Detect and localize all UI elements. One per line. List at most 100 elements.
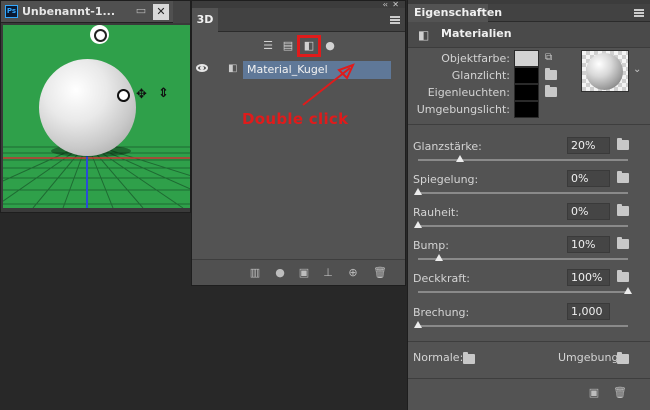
slider-glanzstaerke: Glanzstärke: (408, 137, 650, 169)
normal-label: Normale: (413, 351, 464, 364)
light-icon[interactable]: ● (272, 265, 288, 281)
folder-icon[interactable] (617, 138, 629, 150)
minimize-icon[interactable]: ▭ (134, 5, 148, 19)
material-preview-ball (586, 53, 623, 90)
folder-icon[interactable] (545, 68, 557, 80)
chevron-down-icon[interactable]: ⌄ (633, 64, 641, 75)
divider (408, 341, 650, 342)
materials-section-header: ◧ Materialien (408, 22, 650, 48)
environment-folder-icon[interactable] (617, 352, 629, 364)
double-click-annotation: Double click (242, 110, 349, 128)
reflection-input[interactable] (567, 170, 610, 187)
slider-track[interactable] (418, 159, 628, 161)
properties-bottom-bar: ▣ 🗑 (408, 378, 650, 406)
document-tab[interactable]: Ps Unbenannt-1... ▭ ✕ (1, 1, 190, 23)
slider-thumb[interactable] (414, 188, 422, 195)
slider-thumb[interactable] (624, 287, 632, 294)
photoshop-icon: Ps (5, 5, 18, 18)
3d-panel: ‹‹ ✕ 3D ☰ ▤ ◧ ● ◧ Material_Kugel ▥ ● ▣ ⊥… (191, 0, 406, 286)
panel-menu-icon[interactable] (390, 16, 400, 24)
materials-title: Materialien (441, 27, 512, 40)
move-gizmo-icon[interactable]: ✥ (136, 88, 147, 101)
scene-filter-icon[interactable]: ☰ (259, 37, 277, 55)
mesh-icon[interactable]: ▥ (247, 265, 263, 281)
tab-3d[interactable]: 3D (192, 8, 218, 32)
color-label: Eigenleuchten: (427, 86, 510, 99)
light-filter-icon[interactable]: ● (321, 37, 339, 55)
slider-thumb[interactable] (456, 155, 464, 162)
slider-brechung: Brechung: (408, 303, 650, 335)
3d-filter-toolbar: ☰ ▤ ◧ ● (192, 35, 405, 57)
slider-deckkraft: Deckkraft: (408, 269, 650, 301)
panel-topbar: ‹‹ ✕ (192, 0, 405, 9)
slider-track[interactable] (418, 225, 628, 227)
add-object-icon[interactable]: ⊕ (345, 265, 361, 281)
document-window: Ps Unbenannt-1... ▭ ✕ ✥ ⇕ (0, 0, 191, 213)
properties-menu-icon[interactable] (634, 9, 644, 17)
environment-label: Umgebung: (558, 351, 623, 364)
slider-rauheit: Rauheit: (408, 203, 650, 235)
rotate-gizmo-icon[interactable] (117, 89, 130, 102)
slider-track[interactable] (418, 325, 628, 327)
color-label: Glanzlicht: (451, 69, 510, 82)
ambient-color-swatch[interactable] (514, 101, 539, 118)
color-row-eigenleuchten: Eigenleuchten: (408, 84, 568, 101)
mesh-filter-icon[interactable]: ▤ (279, 37, 297, 55)
refraction-input[interactable] (567, 303, 610, 320)
render-icon[interactable]: ▣ (296, 265, 312, 281)
slider-thumb[interactable] (414, 221, 422, 228)
tab-eigenschaften[interactable]: Eigenschaften (408, 4, 502, 22)
properties-header: Eigenschaften (408, 4, 650, 22)
bump-input[interactable] (567, 236, 610, 253)
specular-color-swatch[interactable] (514, 67, 539, 84)
folder-icon[interactable] (617, 204, 629, 216)
color-row-objektfarbe: Objektfarbe: ⧉ (408, 50, 568, 67)
slider-track[interactable] (418, 258, 628, 260)
folder-icon[interactable] (617, 270, 629, 282)
slider-track[interactable] (418, 291, 628, 293)
slider-label: Deckkraft: (413, 272, 470, 285)
roughness-input[interactable] (567, 203, 610, 220)
object-color-swatch[interactable] (514, 50, 539, 67)
color-row-umgebungslicht: Umgebungslicht: (408, 101, 568, 118)
scrollbar[interactable] (173, 1, 190, 23)
slider-track[interactable] (418, 192, 628, 194)
close-icon[interactable]: ✕ (153, 4, 169, 20)
slider-spiegelung: Spiegelung: (408, 170, 650, 202)
ground-icon[interactable]: ⊥ (320, 265, 336, 281)
normal-folder-icon[interactable] (463, 352, 475, 364)
folder-icon[interactable] (617, 237, 629, 249)
folder-icon[interactable] (545, 85, 557, 97)
shine-input[interactable] (567, 137, 610, 154)
color-label: Umgebungslicht: (416, 103, 510, 116)
visibility-eye-icon[interactable] (196, 64, 208, 72)
slider-label: Bump: (413, 239, 449, 252)
opacity-input[interactable] (567, 269, 610, 286)
trash-icon[interactable]: 🗑 (612, 385, 628, 401)
sphere-object[interactable] (39, 59, 136, 156)
slider-bump: Bump: (408, 236, 650, 268)
trash-icon[interactable]: 🗑 (372, 265, 388, 281)
highlight-annotation-box (297, 35, 321, 57)
render-material-icon[interactable]: ▣ (586, 385, 602, 401)
light-source-icon[interactable] (90, 25, 109, 44)
slider-label: Rauheit: (413, 206, 459, 219)
3d-canvas[interactable]: ✥ ⇕ (3, 25, 190, 208)
scale-gizmo-icon[interactable]: ⇕ (158, 87, 169, 100)
slider-thumb[interactable] (435, 254, 443, 261)
slider-thumb[interactable] (414, 321, 422, 328)
texture-edit-icon[interactable]: ⧉ (545, 53, 557, 63)
material-preview[interactable] (581, 50, 629, 92)
slider-label: Glanzstärke: (413, 140, 482, 153)
folder-icon[interactable] (617, 171, 629, 183)
slider-label: Spiegelung: (413, 173, 479, 186)
color-row-glanzlicht: Glanzlicht: (408, 67, 568, 84)
illumination-color-swatch[interactable] (514, 84, 539, 101)
slider-label: Brechung: (413, 306, 470, 319)
document-title: Unbenannt-1... (22, 5, 116, 18)
3d-panel-header: 3D (192, 8, 405, 32)
divider (408, 124, 650, 125)
color-label: Objektfarbe: (441, 52, 510, 65)
3d-panel-bottom-bar: ▥ ● ▣ ⊥ ⊕ 🗑 (192, 259, 405, 285)
properties-panel: Eigenschaften ◧ Materialien Objektfarbe:… (407, 0, 650, 410)
